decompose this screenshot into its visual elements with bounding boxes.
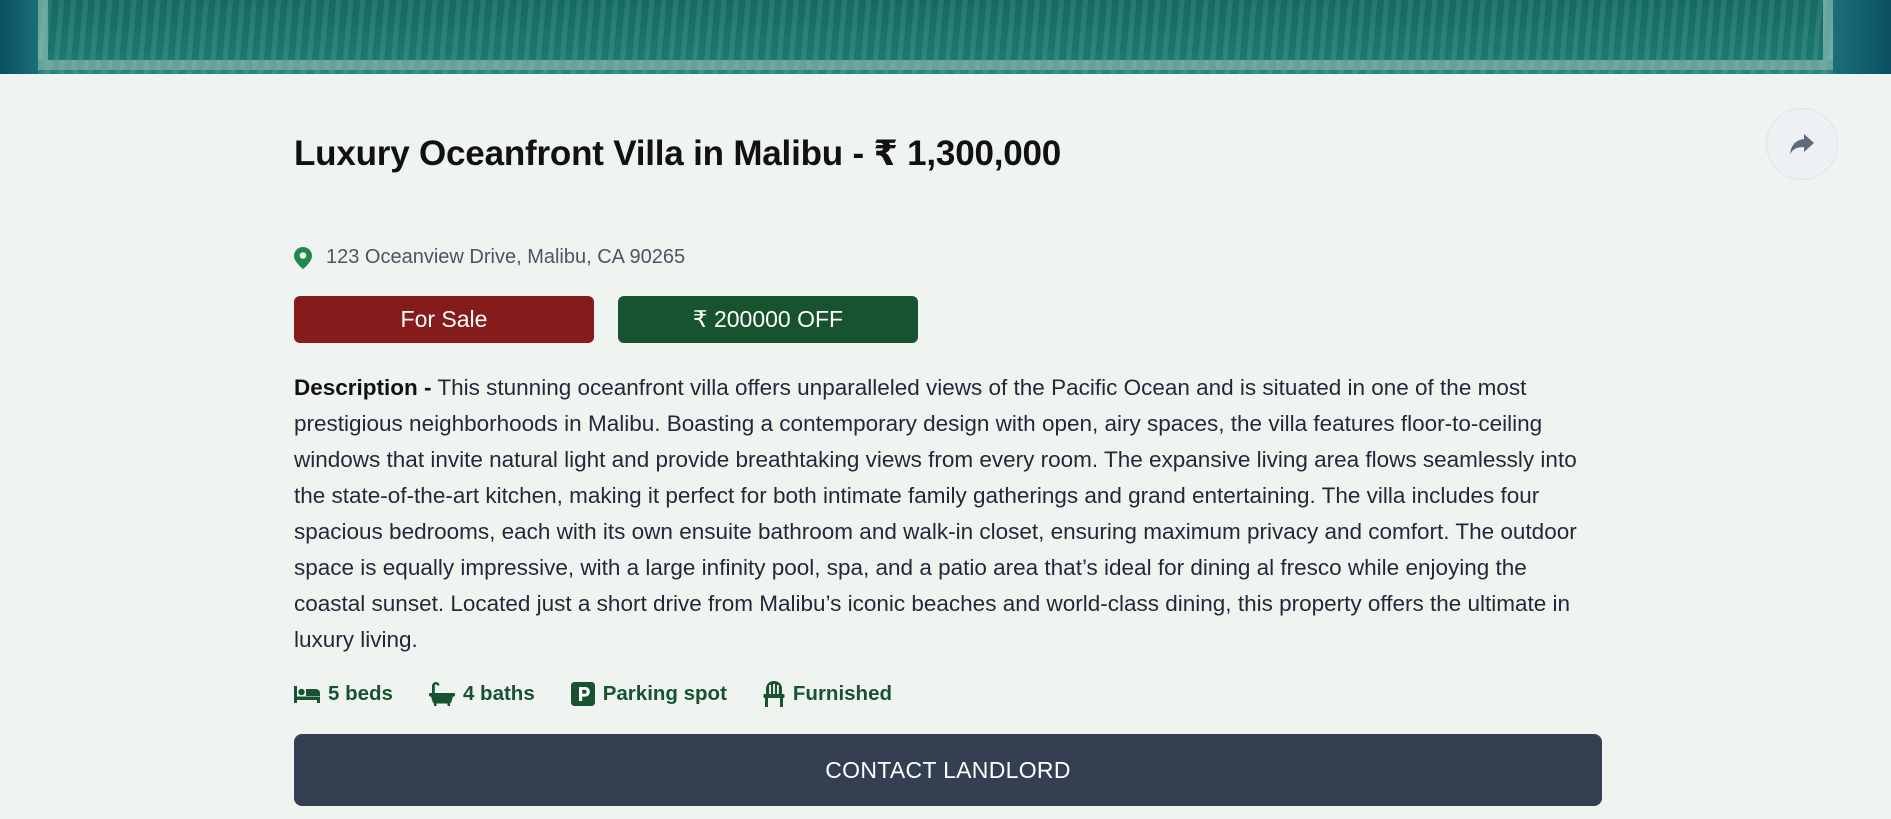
contact-landlord-button[interactable]: CONTACT LANDLORD <box>294 734 1602 806</box>
feature-beds-label: 5 beds <box>328 682 393 705</box>
description: Description - This stunning oceanfront v… <box>294 370 1604 658</box>
feature-furnished: Furnished <box>763 681 892 707</box>
share-button[interactable] <box>1766 108 1838 180</box>
feature-furnished-label: Furnished <box>792 682 892 705</box>
feature-beds: 5 beds <box>294 682 393 706</box>
feature-baths: 4 baths <box>428 682 535 706</box>
listing-title: Luxury Oceanfront Villa in Malibu - ₹ 1,… <box>294 134 1062 173</box>
hero-image <box>0 0 1891 74</box>
location-pin-icon <box>294 246 312 269</box>
hero-image-edge <box>0 0 38 74</box>
chair-icon <box>763 681 785 707</box>
feature-baths-label: 4 baths <box>462 682 535 705</box>
features-list: 5 beds 4 baths Parking spot Furnished <box>294 681 928 707</box>
status-badge[interactable]: For Sale <box>294 296 594 343</box>
bath-icon <box>428 682 455 706</box>
feature-parking-label: Parking spot <box>602 682 727 705</box>
description-label: Description - <box>294 375 432 400</box>
hero-image-pool <box>38 0 1833 70</box>
bed-icon <box>294 684 320 704</box>
share-icon <box>1790 134 1814 154</box>
address: 123 Oceanview Drive, Malibu, CA 90265 <box>294 246 685 269</box>
parking-icon <box>570 682 595 706</box>
description-text: This stunning oceanfront villa offers un… <box>294 375 1577 652</box>
address-text: 123 Oceanview Drive, Malibu, CA 90265 <box>326 246 686 268</box>
discount-badge[interactable]: ₹ 200000 OFF <box>618 296 918 343</box>
badges: For Sale ₹ 200000 OFF <box>294 296 918 343</box>
hero-image-edge <box>1833 0 1891 74</box>
feature-parking: Parking spot <box>570 682 727 706</box>
